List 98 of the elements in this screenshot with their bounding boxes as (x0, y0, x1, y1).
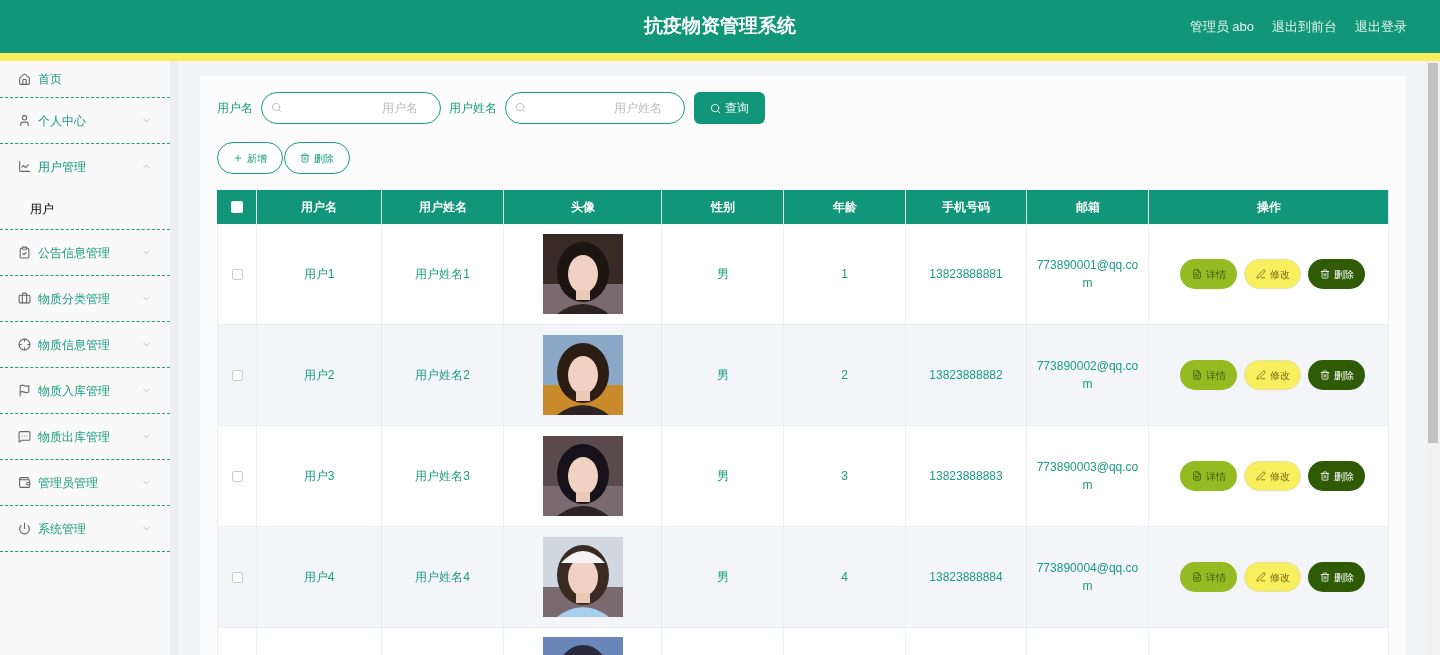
search-icon (271, 102, 282, 113)
menu-item[interactable]: 个人中心 (0, 98, 170, 143)
search-icon (710, 102, 721, 114)
table-cell-text: 773890002@qq.co m (1036, 358, 1139, 393)
trash-icon (1319, 370, 1330, 380)
delete-button[interactable]: 删除 (1308, 562, 1365, 592)
column-header: 手机号码 (942, 199, 990, 216)
table-cell-text: 13823888881 (929, 266, 1003, 283)
add-button[interactable]: 新增 (217, 142, 283, 174)
table-cell-text: 用户姓名3 (415, 468, 470, 485)
delete-button[interactable]: 删除 (1308, 461, 1365, 491)
column-header: 邮箱 (1075, 199, 1100, 216)
table-cell-text: 13823888882 (929, 367, 1003, 384)
search-field[interactable]: 用户名 (261, 92, 441, 124)
delete-button[interactable]: 删除 (1308, 360, 1365, 390)
edit-button[interactable]: 修改 (1244, 461, 1301, 491)
delete-button[interactable]: 删除 (1308, 259, 1365, 289)
field-label: 用户姓名 (449, 100, 497, 117)
menu-item[interactable]: 物质入库管理 (0, 368, 170, 413)
delete-button[interactable]: 删除 (284, 142, 350, 174)
clipboard-icon (18, 246, 31, 259)
detail-button[interactable]: 详情 (1180, 562, 1237, 592)
table-cell-text: 773890003@qq.co m (1036, 459, 1139, 494)
menu-item[interactable]: 用户管理 (0, 144, 170, 189)
document-icon (1191, 572, 1202, 582)
column-header: 用户姓名 (418, 199, 467, 216)
table-cell-text: 男 (716, 569, 729, 586)
pen-icon (1255, 572, 1266, 582)
menu-item[interactable]: 管理员管理 (0, 460, 170, 505)
submenu-item[interactable]: 用户 (0, 189, 170, 229)
chart-icon (18, 160, 31, 173)
search-icon (515, 102, 526, 113)
trash-icon (1319, 471, 1330, 481)
row-checkbox[interactable] (231, 571, 243, 583)
menu-item[interactable]: 物质出库管理 (0, 414, 170, 459)
table-cell-text: 用户姓名1 (415, 266, 470, 283)
table-cell-text: 用户姓名4 (415, 569, 470, 586)
table-cell-text: 男 (716, 468, 729, 485)
message-icon (18, 430, 31, 443)
trash-icon (1319, 572, 1330, 582)
table-cell-text: 男 (716, 367, 729, 384)
table-cell-text: 1 (841, 266, 848, 283)
column-header: 用户名 (301, 199, 337, 216)
column-header: 操作 (1256, 199, 1281, 216)
table-cell-text: 用户4 (303, 569, 335, 586)
pen-icon (1255, 269, 1266, 279)
table-cell-text: 4 (841, 569, 848, 586)
table-cell-text: 用户3 (303, 468, 335, 485)
header-link[interactable]: 退出到前台 (1272, 16, 1337, 37)
flag-icon (18, 384, 31, 397)
detail-button[interactable]: 详情 (1180, 360, 1237, 390)
menu-item[interactable]: 系统管理 (0, 506, 170, 551)
plus-icon (233, 153, 243, 163)
row-checkbox[interactable] (231, 268, 243, 280)
pen-icon (1255, 370, 1266, 380)
user-icon (18, 114, 31, 127)
menu-item[interactable]: 物质分类管理 (0, 276, 170, 321)
table-cell-text: 773890001@qq.co m (1036, 257, 1139, 292)
table-cell-text: 用户2 (303, 367, 335, 384)
detail-button[interactable]: 详情 (1180, 259, 1237, 289)
row-checkbox[interactable] (231, 470, 243, 482)
menu-item[interactable]: 物质信息管理 (0, 322, 170, 367)
edit-button[interactable]: 修改 (1244, 360, 1301, 390)
header-link[interactable]: 退出登录 (1355, 16, 1407, 37)
trash-icon (300, 153, 310, 163)
column-header: 性别 (710, 199, 735, 216)
document-icon (1191, 269, 1202, 279)
briefcase-icon (18, 292, 31, 305)
menu-item[interactable]: 公告信息管理 (0, 230, 170, 275)
document-icon (1191, 370, 1202, 380)
power-icon (18, 522, 31, 535)
search-field[interactable]: 用户姓名 (505, 92, 685, 124)
table-cell-text: 3 (841, 468, 848, 485)
app-title: 抗疫物资管理系统 (644, 14, 796, 39)
header-link[interactable]: 管理员 abo (1189, 16, 1254, 37)
table-cell-text: 用户姓名2 (415, 367, 470, 384)
table-cell-text: 用户1 (303, 266, 335, 283)
table-cell-text: 男 (716, 266, 729, 283)
document-icon (1191, 471, 1202, 481)
field-label: 用户名 (217, 100, 253, 117)
table-cell-text: 13823888883 (929, 468, 1003, 485)
row-checkbox[interactable] (231, 369, 243, 381)
column-header: 年龄 (832, 199, 857, 216)
trash-icon (1319, 269, 1330, 279)
home-icon (18, 72, 31, 86)
query-button[interactable]: 查询 (694, 92, 765, 124)
table-cell-text: 2 (841, 367, 848, 384)
menu-item[interactable]: 首页 (0, 61, 170, 97)
detail-button[interactable]: 详情 (1180, 461, 1237, 491)
edit-button[interactable]: 修改 (1244, 562, 1301, 592)
edit-button[interactable]: 修改 (1244, 259, 1301, 289)
table-cell-text: 13823888884 (929, 569, 1003, 586)
wallet-icon (18, 476, 31, 489)
crosshair-icon (18, 338, 31, 351)
table-cell-text: 773890004@qq.co m (1036, 560, 1139, 595)
pen-icon (1255, 471, 1266, 481)
select-all-checkbox[interactable] (230, 201, 243, 213)
column-header: 头像 (570, 199, 595, 216)
